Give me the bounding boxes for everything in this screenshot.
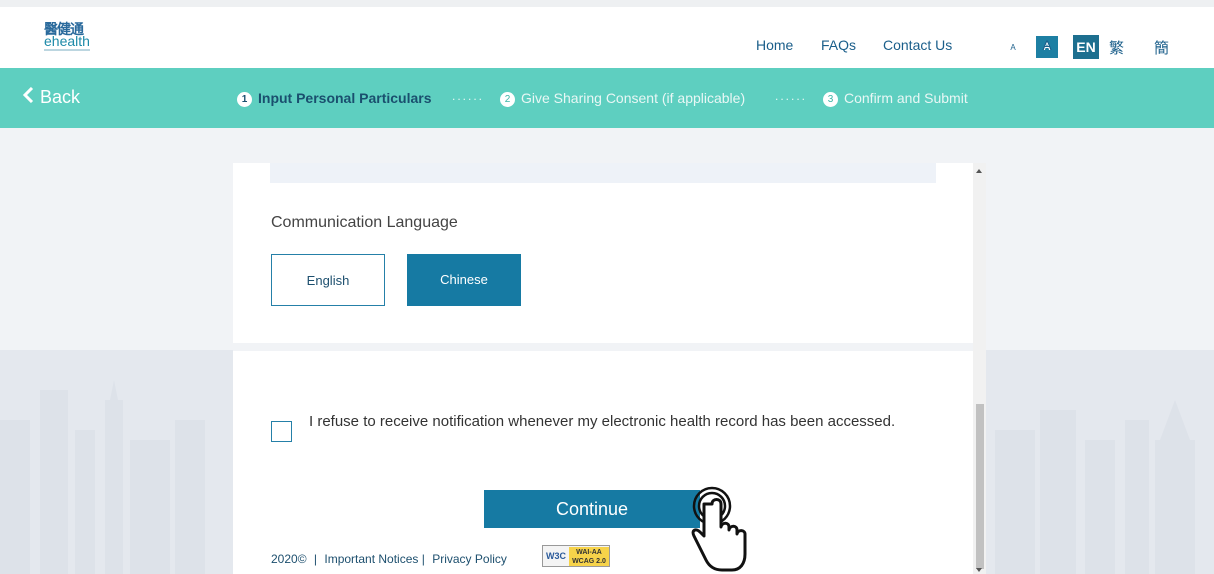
back-label: Back bbox=[40, 87, 81, 107]
step-2: 2 Give Sharing Consent (if applicable) bbox=[500, 90, 745, 107]
section-divider bbox=[233, 343, 973, 351]
step-2-number: 2 bbox=[500, 92, 515, 107]
w3c-logo-text: W3C bbox=[546, 551, 566, 561]
logo-underline bbox=[44, 49, 90, 51]
form-card: Communication Language English Chinese I… bbox=[233, 163, 986, 574]
footer-links: 2020© | Important Notices | Privacy Poli… bbox=[271, 552, 507, 566]
lang-traditional-chinese-button[interactable]: 繁 bbox=[1109, 37, 1124, 58]
wcag-badge[interactable]: W3C WAI-AA WCAG 2.0 bbox=[542, 545, 610, 567]
chevron-left-icon bbox=[22, 86, 34, 108]
step-3-label: Confirm and Submit bbox=[844, 90, 968, 106]
footer-separator: | bbox=[421, 552, 425, 566]
communication-language-title: Communication Language bbox=[271, 214, 458, 231]
privacy-policy-link[interactable]: Privacy Policy bbox=[432, 552, 507, 566]
hand-pointer-cursor-icon bbox=[691, 486, 747, 572]
lang-simplified-chinese-button[interactable]: 簡 bbox=[1154, 37, 1169, 58]
step-1-number: 1 bbox=[237, 92, 252, 107]
language-option-chinese[interactable]: Chinese bbox=[407, 254, 521, 306]
card-scrollbar[interactable] bbox=[973, 163, 986, 574]
wcag-aa-label: WAI-AA WCAG 2.0 bbox=[569, 547, 609, 566]
important-notices-link[interactable]: Important Notices bbox=[324, 552, 418, 566]
lang-english-button[interactable]: EN bbox=[1073, 35, 1099, 59]
ehealth-logo[interactable]: 醫健通 ehealth bbox=[44, 19, 92, 59]
step-3: 3 Confirm and Submit bbox=[823, 90, 968, 107]
top-header: 醫健通 ehealth Home FAQs Contact Us A A A E… bbox=[0, 0, 1214, 68]
scrollbar-thumb[interactable] bbox=[976, 404, 984, 569]
language-option-english[interactable]: English bbox=[271, 254, 385, 306]
previous-section-bottom bbox=[270, 163, 936, 183]
nav-contact-link[interactable]: Contact Us bbox=[883, 37, 952, 53]
step-separator: ...... bbox=[452, 89, 485, 103]
step-2-label: Give Sharing Consent (if applicable) bbox=[521, 90, 746, 106]
font-size-small-button[interactable]: A bbox=[1006, 43, 1020, 63]
copyright-text: 2020© bbox=[271, 552, 307, 566]
continue-button[interactable]: Continue bbox=[484, 490, 700, 528]
step-1: 1 Input Personal Particulars bbox=[237, 90, 432, 107]
back-button[interactable]: Back bbox=[22, 86, 81, 108]
font-size-large-button[interactable]: A bbox=[1040, 37, 1054, 57]
refuse-notification-checkbox[interactable] bbox=[271, 421, 292, 442]
step-1-label: Input Personal Particulars bbox=[258, 90, 432, 106]
nav-faqs-link[interactable]: FAQs bbox=[821, 37, 856, 53]
step-separator: ...... bbox=[775, 89, 808, 103]
nav-home-link[interactable]: Home bbox=[756, 37, 793, 53]
progress-step-bar: Back 1 Input Personal Particulars ...... … bbox=[0, 68, 1214, 128]
logo-english-text: ehealth bbox=[44, 33, 90, 49]
scroll-up-arrow-icon[interactable] bbox=[976, 169, 982, 173]
scroll-down-arrow-icon[interactable] bbox=[976, 568, 982, 572]
footer-separator: | bbox=[313, 552, 318, 566]
refuse-notification-label: I refuse to receive notification wheneve… bbox=[309, 413, 896, 430]
step-3-number: 3 bbox=[823, 92, 838, 107]
